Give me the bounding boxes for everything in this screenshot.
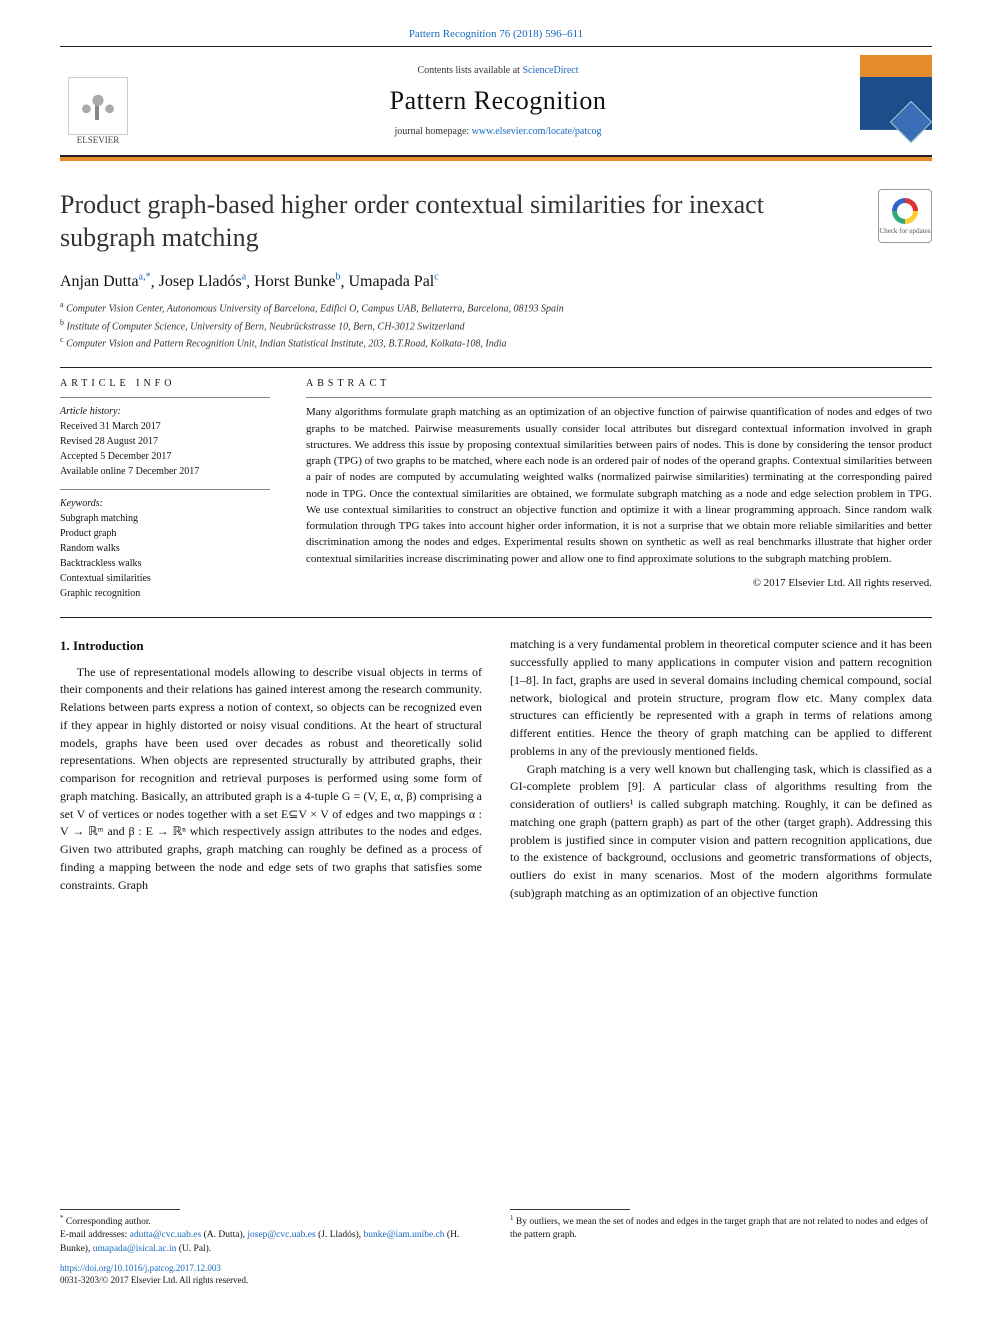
email-link[interactable]: adutta@cvc.uab.es <box>130 1230 202 1240</box>
author: Horst Bunkeb <box>254 273 340 290</box>
contents-prefix: Contents lists available at <box>417 65 522 76</box>
keyword: Product graph <box>60 526 270 541</box>
elsevier-tree-icon <box>68 77 128 135</box>
doi-link[interactable]: https://doi.org/10.1016/j.patcog.2017.12… <box>60 1262 482 1275</box>
divider <box>306 397 932 398</box>
divider <box>60 397 270 398</box>
article-info-heading: article info <box>60 378 270 389</box>
history-item: Received 31 March 2017 <box>60 419 270 434</box>
article-body: 1. Introduction The use of representatio… <box>60 636 932 902</box>
corresponding-author: Corresponding author. <box>66 1217 151 1227</box>
body-paragraph: The use of representational models allow… <box>60 664 482 895</box>
authors-line: Anjan Duttaa,*, Josep Lladósa, Horst Bun… <box>60 272 932 291</box>
keyword: Random walks <box>60 541 270 556</box>
affiliation: c Computer Vision and Pattern Recognitio… <box>60 334 932 351</box>
publisher-label: ELSEVIER <box>77 135 120 145</box>
info-abstract-row: article info Article history: Received 3… <box>60 378 932 601</box>
keyword: Subgraph matching <box>60 511 270 526</box>
elsevier-logo: ELSEVIER <box>60 57 136 145</box>
divider <box>60 489 270 490</box>
article-title: Product graph-based higher order context… <box>60 189 860 254</box>
history-item: Accepted 5 December 2017 <box>60 449 270 464</box>
journal-name: Pattern Recognition <box>148 86 848 116</box>
header-center: Contents lists available at ScienceDirec… <box>148 65 848 137</box>
keyword: Backtrackless walks <box>60 556 270 571</box>
author: Anjan Duttaa,* <box>60 273 151 290</box>
email-link[interactable]: josep@cvc.uab.es <box>247 1230 315 1240</box>
article-info: article info Article history: Received 3… <box>60 378 270 601</box>
affiliations: a Computer Vision Center, Autonomous Uni… <box>60 299 932 351</box>
abstract-text: Many algorithms formulate graph matching… <box>306 404 932 567</box>
keywords-label: Keywords: <box>60 496 270 511</box>
divider <box>60 617 932 618</box>
footnotes: * Corresponding author. E-mail addresses… <box>60 1209 932 1287</box>
author: Umapada Palc <box>349 273 439 290</box>
journal-homepage: journal homepage: www.elsevier.com/locat… <box>148 126 848 137</box>
footnote-left: * Corresponding author. E-mail addresses… <box>60 1209 482 1287</box>
section-heading: 1. Introduction <box>60 636 482 655</box>
history-item: Available online 7 December 2017 <box>60 464 270 479</box>
keyword: Graphic recognition <box>60 586 270 601</box>
author: Josep Lladósa <box>159 273 247 290</box>
page-citation: Pattern Recognition 76 (2018) 596–611 <box>60 28 932 40</box>
emails-label: E-mail addresses: <box>60 1230 130 1240</box>
crossmark-badge[interactable]: Check for updates <box>878 189 932 243</box>
body-paragraph: Graph matching is a very well known but … <box>510 761 932 903</box>
homepage-prefix: journal homepage: <box>394 126 471 137</box>
abstract: abstract Many algorithms formulate graph… <box>306 378 932 601</box>
history-item: Revised 28 August 2017 <box>60 434 270 449</box>
outliers-footnote: By outliers, we mean the set of nodes an… <box>510 1217 928 1240</box>
divider <box>60 367 932 368</box>
journal-cover-thumbnail <box>860 55 932 147</box>
keyword: Contextual similarities <box>60 571 270 586</box>
contents-available: Contents lists available at ScienceDirec… <box>148 65 848 76</box>
journal-header: ELSEVIER Contents lists available at Sci… <box>60 46 932 157</box>
crossmark-label: Check for updates <box>880 227 931 235</box>
history-label: Article history: <box>60 404 270 419</box>
header-accent-rule <box>60 157 932 161</box>
crossmark-icon <box>892 198 918 224</box>
footnote-right: 1 By outliers, we mean the set of nodes … <box>510 1209 932 1287</box>
affiliation: b Institute of Computer Science, Univers… <box>60 317 932 334</box>
affiliation: a Computer Vision Center, Autonomous Uni… <box>60 299 932 316</box>
sciencedirect-link[interactable]: ScienceDirect <box>522 65 578 76</box>
title-block: Product graph-based higher order context… <box>60 189 932 254</box>
body-paragraph: matching is a very fundamental problem i… <box>510 636 932 760</box>
issn-line: 0031-3203/© 2017 Elsevier Ltd. All right… <box>60 1274 482 1287</box>
abstract-heading: abstract <box>306 378 932 389</box>
email-link[interactable]: umapada@isical.ac.in <box>93 1244 177 1254</box>
abstract-copyright: © 2017 Elsevier Ltd. All rights reserved… <box>306 577 932 589</box>
email-link[interactable]: bunke@iam.unibe.ch <box>364 1230 445 1240</box>
homepage-link[interactable]: www.elsevier.com/locate/patcog <box>472 126 602 137</box>
